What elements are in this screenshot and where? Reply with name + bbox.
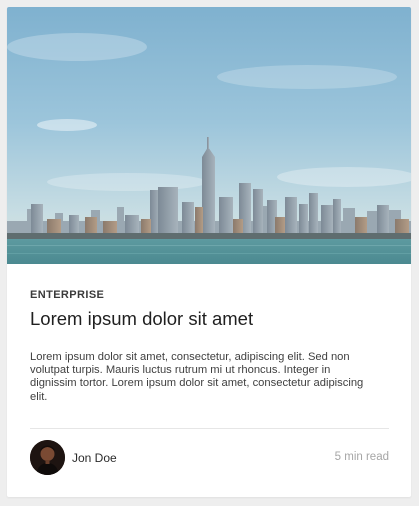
- article-excerpt: Lorem ipsum dolor sit amet, consectetur,…: [30, 351, 364, 403]
- category-label[interactable]: ENTERPRISE: [30, 289, 104, 301]
- author-name[interactable]: Jon Doe: [72, 451, 117, 465]
- author-avatar-icon: [30, 440, 65, 475]
- card-footer: Jon Doe 5 min read: [30, 439, 389, 477]
- article-card[interactable]: ENTERPRISE Lorem ipsum dolor sit amet Lo…: [7, 7, 411, 497]
- author-avatar[interactable]: [30, 440, 65, 475]
- city-skyline-image: [7, 7, 411, 264]
- footer-divider: [30, 428, 389, 429]
- article-title[interactable]: Lorem ipsum dolor sit amet: [30, 308, 253, 330]
- read-time: 5 min read: [334, 451, 389, 463]
